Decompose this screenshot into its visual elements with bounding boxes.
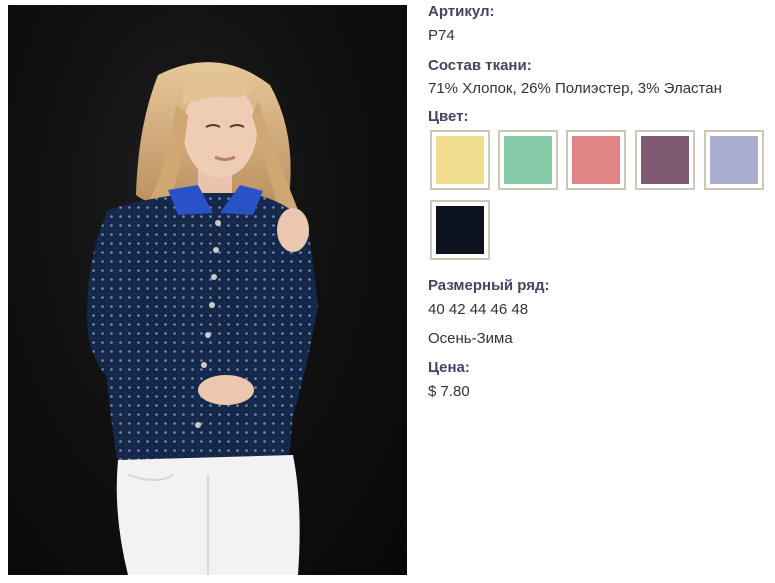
season-value: Осень-Зима [428, 330, 513, 347]
color-swatch-yellow[interactable] [430, 130, 490, 190]
size-label: Размерный ряд: [428, 277, 550, 294]
article-label: Артикул: [428, 3, 495, 20]
product-photo [8, 5, 407, 575]
color-label: Цвет: [428, 108, 469, 125]
color-swatch-fill [504, 136, 552, 184]
price-label: Цена: [428, 359, 470, 376]
price-value: $ 7.80 [428, 383, 470, 400]
color-swatch-fill [572, 136, 620, 184]
color-swatch-purple[interactable] [635, 130, 695, 190]
color-swatch-pink[interactable] [566, 130, 626, 190]
color-swatch-green[interactable] [498, 130, 558, 190]
color-swatch-lavender[interactable] [704, 130, 764, 190]
color-swatch-fill [436, 206, 484, 254]
color-swatch-fill [641, 136, 689, 184]
color-swatch-black[interactable] [430, 200, 490, 260]
size-value: 40 42 44 46 48 [428, 301, 529, 318]
color-swatch-fill [710, 136, 758, 184]
fabric-label: Состав ткани: [428, 57, 532, 74]
fabric-value: 71% Хлопок, 26% Полиэстер, 3% Эластан [428, 80, 722, 97]
model-illustration [87, 62, 318, 575]
color-swatch-fill [436, 136, 484, 184]
article-value: P74 [428, 27, 455, 44]
